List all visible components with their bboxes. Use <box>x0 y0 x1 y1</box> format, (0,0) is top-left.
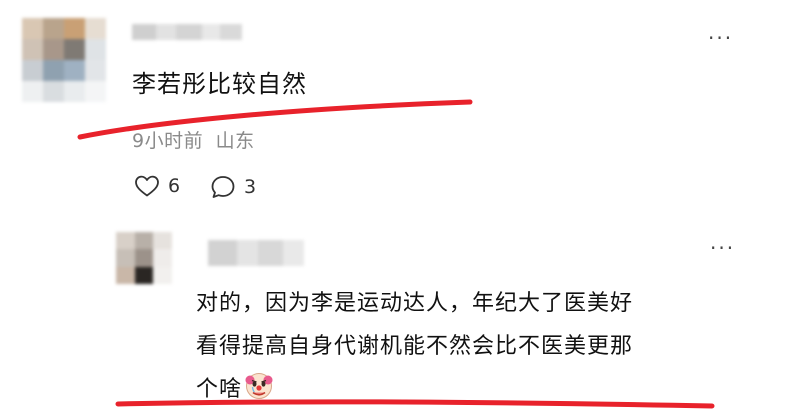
clown-emoji-icon <box>244 371 274 416</box>
like-button[interactable]: 6 <box>134 174 180 198</box>
comment-time: 9小时前 <box>132 130 204 152</box>
avatar-mosaic-tile <box>85 18 106 39</box>
avatar-mosaic-tile <box>43 60 64 81</box>
replier-name-blurred[interactable] <box>208 240 304 266</box>
reply-line: 看得提高自身代谢机能不然会比不医美更那 <box>196 334 634 359</box>
avatar-mosaic-tile <box>22 60 43 81</box>
avatar-mosaic-tile <box>134 249 154 267</box>
reply-line: 对的，因为李是运动达人，年纪大了医美好 <box>196 291 634 316</box>
comment-location: 山东 <box>215 130 255 152</box>
avatar-mosaic-tile <box>22 81 43 102</box>
avatar-mosaic-tile <box>153 266 172 284</box>
avatar-mosaic-tile <box>134 266 154 284</box>
avatar-mosaic-tile <box>64 39 85 60</box>
avatar-mosaic-tile <box>64 18 85 39</box>
reply-more-options-icon[interactable]: ··· <box>710 238 735 258</box>
avatar-mosaic-tile <box>153 249 172 267</box>
avatar-mosaic-tile <box>22 18 43 39</box>
avatar-mosaic-tile <box>134 232 154 250</box>
reply-button[interactable]: 3 <box>210 174 256 200</box>
avatar-mosaic-tile <box>43 81 64 102</box>
reply-text: 对的，因为李是运动达人，年纪大了医美好 看得提高自身代谢机能不然会比不医美更那 … <box>196 282 736 416</box>
heart-icon <box>134 174 160 198</box>
comment-meta: 9小时前 山东 <box>132 126 255 153</box>
avatar-mosaic-tile <box>22 39 43 60</box>
more-options-icon[interactable]: ··· <box>708 28 733 48</box>
reply-line-text: 个啥 <box>196 377 243 402</box>
avatar-mosaic-tile <box>64 81 85 102</box>
commenter-name-blurred[interactable] <box>132 24 242 40</box>
avatar-mosaic-tile <box>116 232 135 250</box>
avatar-mosaic-tile <box>43 39 64 60</box>
reply-count: 3 <box>244 176 257 198</box>
comment-text: 李若彤比较自然 <box>132 70 307 98</box>
like-count: 6 <box>168 175 181 197</box>
avatar-mosaic-tile <box>43 18 64 39</box>
avatar-mosaic-tile <box>85 60 106 81</box>
avatar-mosaic-tile <box>116 266 135 284</box>
comment-bubble-icon <box>210 174 236 200</box>
avatar-mosaic-tile <box>85 39 106 60</box>
avatar-mosaic-tile <box>153 232 172 250</box>
replier-avatar[interactable] <box>116 232 172 284</box>
reply-line: 个啥 <box>196 368 736 416</box>
avatar-mosaic-tile <box>85 81 106 102</box>
avatar-mosaic-tile <box>64 60 85 81</box>
commenter-avatar[interactable] <box>22 18 106 102</box>
avatar-mosaic-tile <box>116 249 135 267</box>
